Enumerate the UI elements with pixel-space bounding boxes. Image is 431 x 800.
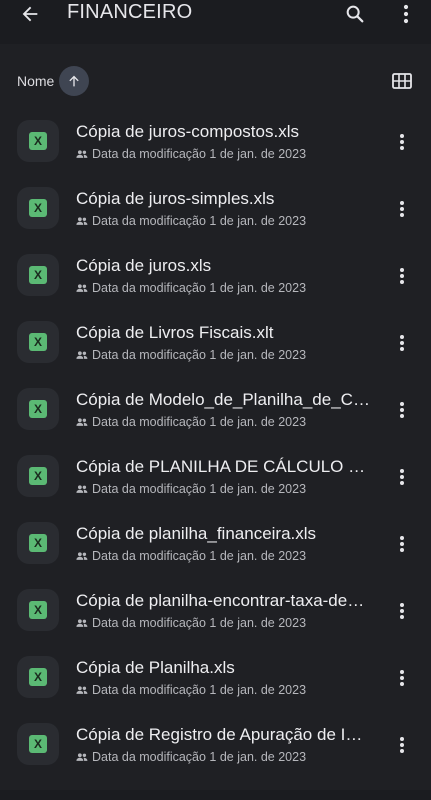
search-icon[interactable] xyxy=(342,1,368,27)
file-meta: Data da modificação 1 de jan. de 2023 xyxy=(76,481,306,497)
file-name: Cópia de planilha-encontrar-taxa-de… xyxy=(76,591,365,610)
file-thumbnail: X xyxy=(17,522,59,564)
xls-icon: X xyxy=(29,266,47,284)
modified-date: Data da modificação 1 de jan. de 2023 xyxy=(92,147,307,161)
shared-people-icon xyxy=(76,619,88,627)
modified-date: Data da modificação 1 de jan. de 2023 xyxy=(92,750,307,764)
more-vert-icon[interactable] xyxy=(390,599,414,623)
shared-people-icon xyxy=(76,351,88,359)
xls-icon: X xyxy=(29,132,47,150)
more-vert-icon[interactable] xyxy=(394,1,418,27)
modified-date: Data da modificação 1 de jan. de 2023 xyxy=(92,281,307,295)
file-row[interactable]: X Cópia de Registro de Apuração de I… Da… xyxy=(0,707,431,774)
file-meta: Data da modificação 1 de jan. de 2023 xyxy=(76,548,306,564)
file-thumbnail: X xyxy=(17,656,59,698)
more-vert-icon[interactable] xyxy=(390,398,414,422)
file-thumbnail: X xyxy=(17,254,59,296)
bottom-edge xyxy=(0,790,431,800)
more-vert-icon[interactable] xyxy=(390,532,414,556)
page-title: FINANCEIRO xyxy=(67,1,193,23)
file-name: Cópia de Registro de Apuração de I… xyxy=(76,725,363,744)
file-thumbnail: X xyxy=(17,120,59,162)
more-vert-icon[interactable] xyxy=(390,331,414,355)
file-meta: Data da modificação 1 de jan. de 2023 xyxy=(76,615,306,631)
xls-icon: X xyxy=(29,534,47,552)
file-name: Cópia de juros-compostos.xls xyxy=(76,122,299,141)
modified-date: Data da modificação 1 de jan. de 2023 xyxy=(92,415,307,429)
file-thumbnail: X xyxy=(17,455,59,497)
arrow-up-icon xyxy=(69,75,79,87)
file-meta: Data da modificação 1 de jan. de 2023 xyxy=(76,414,306,430)
file-row[interactable]: X Cópia de planilha-encontrar-taxa-de… D… xyxy=(0,573,431,640)
xls-icon: X xyxy=(29,467,47,485)
file-meta: Data da modificação 1 de jan. de 2023 xyxy=(76,146,306,162)
modified-date: Data da modificação 1 de jan. de 2023 xyxy=(92,616,307,630)
more-vert-icon[interactable] xyxy=(390,465,414,489)
file-row[interactable]: X Cópia de juros-compostos.xls Data da m… xyxy=(0,104,431,171)
file-row[interactable]: X Cópia de juros-simples.xls Data da mod… xyxy=(0,171,431,238)
file-row[interactable]: X Cópia de Livros Fiscais.xlt Data da mo… xyxy=(0,305,431,372)
file-row[interactable]: X Cópia de PLANILHA DE CÁLCULO D… Data d… xyxy=(0,439,431,506)
file-row[interactable]: X Cópia de planilha_financeira.xls Data … xyxy=(0,506,431,573)
modified-date: Data da modificação 1 de jan. de 2023 xyxy=(92,214,307,228)
file-name: Cópia de juros.xls xyxy=(76,256,212,275)
xls-icon: X xyxy=(29,601,47,619)
file-meta: Data da modificação 1 de jan. de 2023 xyxy=(76,280,306,296)
file-meta: Data da modificação 1 de jan. de 2023 xyxy=(76,213,306,229)
shared-people-icon xyxy=(76,284,88,292)
file-thumbnail: X xyxy=(17,589,59,631)
modified-date: Data da modificação 1 de jan. de 2023 xyxy=(92,683,307,697)
xls-icon: X xyxy=(29,735,47,753)
modified-date: Data da modificação 1 de jan. de 2023 xyxy=(92,348,307,362)
sort-direction-button[interactable] xyxy=(59,66,89,96)
file-thumbnail: X xyxy=(17,187,59,229)
file-row[interactable]: X Cópia de juros.xls Data da modificação… xyxy=(0,238,431,305)
file-thumbnail: X xyxy=(17,723,59,765)
shared-people-icon xyxy=(76,552,88,560)
app-bar: FINANCEIRO xyxy=(0,0,431,44)
grid-view-icon[interactable] xyxy=(390,70,414,92)
xls-icon: X xyxy=(29,668,47,686)
file-name: Cópia de juros-simples.xls xyxy=(76,189,275,208)
more-vert-icon[interactable] xyxy=(390,666,414,690)
file-row[interactable]: X Cópia de Modelo_de_Planilha_de_Cál… Da… xyxy=(0,372,431,439)
more-vert-icon[interactable] xyxy=(390,130,414,154)
file-meta: Data da modificação 1 de jan. de 2023 xyxy=(76,749,306,765)
file-name: Cópia de planilha_financeira.xls xyxy=(76,524,317,543)
shared-people-icon xyxy=(76,418,88,426)
file-row[interactable]: X Cópia de Planilha.xls Data da modifica… xyxy=(0,640,431,707)
xls-icon: X xyxy=(29,333,47,351)
xls-icon: X xyxy=(29,199,47,217)
more-vert-icon[interactable] xyxy=(390,733,414,757)
xls-icon: X xyxy=(29,400,47,418)
modified-date: Data da modificação 1 de jan. de 2023 xyxy=(92,482,307,496)
back-arrow-icon[interactable] xyxy=(16,0,44,28)
file-name: Cópia de Planilha.xls xyxy=(76,658,235,677)
file-name: Cópia de Livros Fiscais.xlt xyxy=(76,323,274,342)
shared-people-icon xyxy=(76,485,88,493)
file-thumbnail: X xyxy=(17,388,59,430)
shared-people-icon xyxy=(76,753,88,761)
file-thumbnail: X xyxy=(17,321,59,363)
shared-people-icon xyxy=(76,686,88,694)
sort-label[interactable]: Nome xyxy=(17,73,54,89)
file-meta: Data da modificação 1 de jan. de 2023 xyxy=(76,682,306,698)
file-meta: Data da modificação 1 de jan. de 2023 xyxy=(76,347,306,363)
shared-people-icon xyxy=(76,150,88,158)
more-vert-icon[interactable] xyxy=(390,264,414,288)
more-vert-icon[interactable] xyxy=(390,197,414,221)
modified-date: Data da modificação 1 de jan. de 2023 xyxy=(92,549,307,563)
file-name: Cópia de Modelo_de_Planilha_de_Cál… xyxy=(76,390,372,409)
shared-people-icon xyxy=(76,217,88,225)
file-name: Cópia de PLANILHA DE CÁLCULO D… xyxy=(76,457,372,476)
